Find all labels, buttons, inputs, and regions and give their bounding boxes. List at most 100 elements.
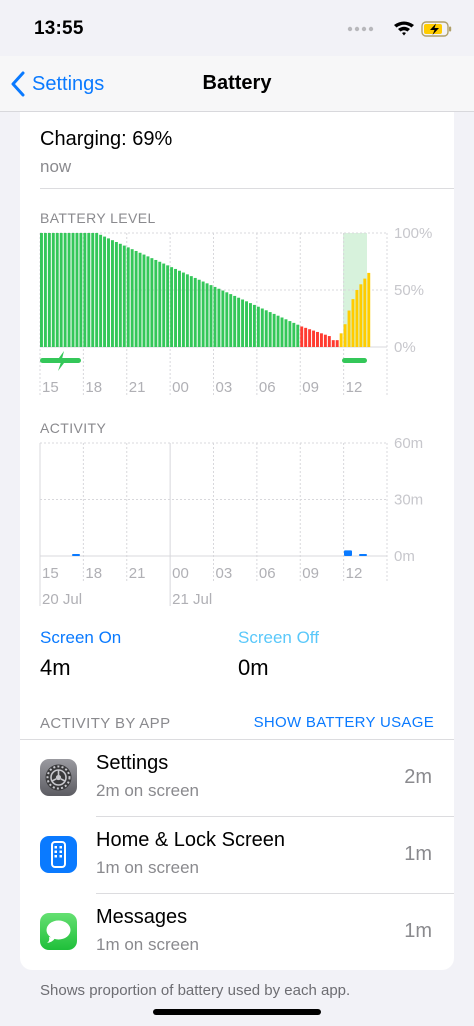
home-indicator[interactable]	[153, 1009, 321, 1015]
show-battery-usage-link[interactable]: SHOW BATTERY USAGE	[254, 714, 434, 731]
battery-bar	[229, 294, 233, 347]
battery-bar	[284, 319, 288, 347]
screen-off-value: 0m	[238, 655, 269, 680]
app-detail: 1m on screen	[96, 935, 199, 954]
battery-bar	[248, 303, 252, 347]
charging-bolt-icon	[56, 351, 67, 371]
battery-bar	[75, 233, 79, 347]
battery-bar	[51, 233, 55, 347]
screen-on-label: Screen On	[40, 628, 122, 647]
activity-label: ACTIVITY	[40, 420, 107, 436]
x-tick-label: 00	[172, 379, 189, 396]
battery-bar	[304, 327, 308, 347]
battery-bar	[130, 249, 134, 347]
app-name: Home & Lock Screen	[96, 829, 285, 851]
battery-bar	[296, 324, 300, 347]
battery-bar	[181, 272, 185, 347]
battery-bar	[292, 322, 296, 347]
home-lock-screen-icon	[40, 836, 77, 873]
battery-bar	[110, 240, 114, 347]
app-row-home-lock-screen[interactable]: Home & Lock Screen 1m on screen 1m	[20, 817, 454, 894]
x-tick-label: 06	[259, 379, 276, 396]
battery-bar	[138, 252, 142, 347]
battery-bar	[170, 267, 174, 347]
battery-bar	[158, 261, 162, 347]
battery-bar	[63, 233, 67, 347]
status-time: 13:55	[34, 18, 84, 39]
battery-bar	[205, 283, 209, 347]
status-icons	[347, 21, 452, 37]
battery-level-chart[interactable]: 100% 50% 0% 15 18 21 00 03 06 09 12	[20, 112, 454, 402]
date-label: 20 Jul	[42, 591, 82, 608]
battery-bar	[99, 234, 103, 347]
battery-bar	[185, 274, 189, 347]
battery-bar	[237, 297, 241, 347]
battery-bar	[83, 233, 87, 347]
battery-bar	[233, 295, 237, 347]
battery-bar	[343, 324, 347, 347]
activity-bar	[359, 554, 367, 556]
settings-gear-icon	[40, 759, 77, 796]
activity-bar	[72, 554, 80, 556]
battery-bar	[55, 233, 59, 347]
battery-bar	[114, 241, 118, 347]
battery-bar	[331, 340, 335, 347]
battery-bar	[103, 236, 107, 347]
x-tick-label: 00	[172, 565, 189, 582]
y-tick-label: 0%	[394, 339, 416, 356]
app-name: Messages	[96, 906, 188, 928]
battery-bar	[256, 306, 260, 347]
app-detail: 2m on screen	[96, 781, 199, 800]
battery-bar	[280, 317, 284, 347]
app-time: 1m	[404, 843, 432, 865]
battery-bar	[359, 284, 363, 347]
x-tick-label: 03	[216, 379, 233, 396]
battery-card: Charging: 69% now BATTERY LEVEL 100% 50% 0…	[20, 112, 454, 970]
y-tick-label: 30m	[394, 492, 423, 509]
screen-off-label: Screen Off	[238, 628, 319, 647]
battery-bar	[323, 334, 327, 347]
battery-bar	[288, 321, 292, 347]
battery-bar	[166, 265, 170, 347]
battery-bar	[217, 288, 221, 347]
battery-bar	[241, 299, 245, 347]
battery-bar	[197, 279, 201, 347]
battery-bar	[154, 259, 158, 347]
battery-bar	[272, 313, 276, 347]
x-tick-label: 15	[42, 379, 59, 396]
battery-bar	[225, 292, 229, 347]
battery-bar	[59, 233, 63, 347]
battery-bar	[122, 245, 126, 347]
battery-bar	[264, 310, 268, 347]
battery-bar	[276, 315, 280, 347]
app-time: 2m	[404, 766, 432, 788]
x-tick-label: 12	[346, 565, 363, 582]
battery-bar	[316, 331, 319, 347]
battery-bar	[162, 263, 166, 347]
battery-bar	[142, 254, 146, 347]
battery-bar	[355, 290, 359, 347]
battery-bar	[312, 330, 316, 347]
messages-bubble-icon	[40, 913, 77, 950]
app-row-settings[interactable]: Settings 2m on screen 2m	[20, 740, 454, 817]
app-row-messages[interactable]: Messages 1m on screen 1m	[20, 894, 454, 971]
battery-bar	[268, 312, 272, 347]
x-tick-label: 06	[259, 565, 276, 582]
battery-bar	[193, 277, 197, 347]
footer-note: Shows proportion of battery used by each…	[40, 982, 351, 999]
y-tick-label: 0m	[394, 548, 415, 565]
x-tick-label: 12	[346, 379, 363, 396]
x-tick-label: 21	[129, 379, 146, 396]
battery-bar	[134, 250, 138, 347]
x-tick-label: 09	[302, 565, 319, 582]
battery-bar	[252, 304, 256, 347]
wifi-icon	[394, 21, 414, 36]
battery-bar	[47, 233, 51, 347]
x-tick-label: 21	[129, 565, 146, 582]
battery-bar	[363, 278, 367, 347]
x-tick-label: 03	[216, 565, 233, 582]
battery-bar	[43, 233, 47, 347]
battery-bar	[327, 336, 331, 347]
battery-bar	[339, 333, 343, 347]
app-name: Settings	[96, 752, 169, 774]
